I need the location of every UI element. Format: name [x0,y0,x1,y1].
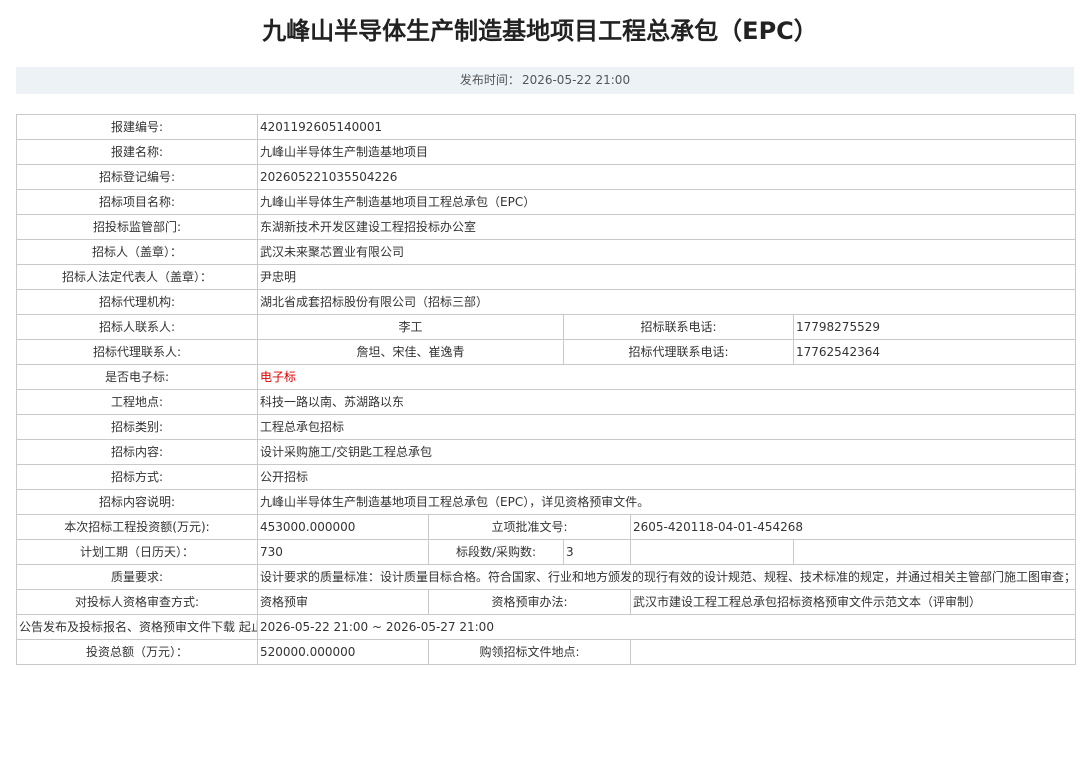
table-row: 报建编号: 4201192605140001 [16,114,1077,140]
tenderer-value: 武汉未来聚芯置业有限公司 [256,239,1077,265]
method-value: 公开招标 [256,464,1077,490]
zb-reg-no-value: 202605221035504226 [256,164,1077,190]
zb-project-name-label: 招标项目名称: [16,189,258,215]
total-investment-value: 520000.000000 [257,639,429,665]
description-value: 九峰山半导体生产制造基地项目工程总承包（EPC），详见资格预审文件。 [256,489,1077,515]
publish-time-label: 发布时间： [459,73,520,87]
table-row: 计划工期（日历天）： 730 标段数/采购数: 3 [16,539,1077,565]
contact-label: 招标人联系人: [16,314,258,340]
table-row: 报建名称: 九峰山半导体生产制造基地项目 [16,139,1077,165]
table-row: 公告发布及投标报名、资格预审文件下载 起止时间: 2026-05-22 21:0… [16,614,1077,640]
content-value: 设计采购施工/交钥匙工程总承包 [256,439,1077,465]
table-row: 招标人（盖章）： 武汉未来聚芯置业有限公司 [16,239,1077,265]
table-row: 对投标人资格审查方式: 资格预审 资格预审办法: 武汉市建设工程工程总承包招标资… [16,589,1077,615]
legal-rep-value: 尹忠明 [256,264,1077,290]
review-label: 对投标人资格审查方式: [16,589,258,615]
baojian-no-value: 4201192605140001 [256,114,1077,140]
table-row: 招标内容说明: 九峰山半导体生产制造基地项目工程总承包（EPC），详见资格预审文… [16,489,1077,515]
table-row: 招标项目名称: 九峰山半导体生产制造基地项目工程总承包（EPC） [16,189,1077,215]
table-row: 投资总额（万元）： 520000.000000 购领招标文件地点: [16,639,1077,665]
table-row: 招投标监管部门: 东湖新技术开发区建设工程招投标办公室 [16,214,1077,240]
category-value: 工程总承包招标 [256,414,1077,440]
electronic-label: 是否电子标: [16,364,258,390]
table-row: 招标代理机构: 湖北省成套招标股份有限公司（招标三部） [16,289,1077,315]
table-row: 质量要求: 设计要求的质量标准：设计质量目标合格。符合国家、行业和地方颁发的现行… [16,564,1077,590]
legal-rep-label: 招标人法定代表人（盖章）： [16,264,258,290]
approval-value: 2605-420118-04-01-454268 [629,514,1077,540]
sections-label: 标段数/采购数: [428,539,564,565]
location-label: 工程地点: [16,389,258,415]
table-row: 是否电子标: 电子标 [16,364,1077,390]
agency-label: 招标代理机构: [16,289,258,315]
method-label: 招标方式: [16,464,258,490]
table-row: 招标人法定代表人（盖章）： 尹忠明 [16,264,1077,290]
agency-contact-phone-value: 17762542364 [792,339,1077,365]
page-title: 九峰山半导体生产制造基地项目工程总承包（EPC） [262,17,818,45]
period-label: 公告发布及投标报名、资格预审文件下载 起止时间: [16,614,258,640]
quality-label: 质量要求: [16,564,258,590]
duration-value: 730 [257,539,429,565]
table-row: 招标登记编号: 202605221035504226 [16,164,1077,190]
project-info-table: 报建编号: 4201192605140001 报建名称: 九峰山半导体生产制造基… [16,114,1077,665]
category-label: 招标类别: [16,414,258,440]
agency-value: 湖北省成套招标股份有限公司（招标三部） [256,289,1077,315]
agency-contact-phone-label: 招标代理联系电话: [563,339,794,365]
review-method-label: 资格预审办法: [428,589,631,615]
review-value: 资格预审 [257,589,429,615]
tenderer-label: 招标人（盖章）： [16,239,258,265]
baojian-no-label: 报建编号: [16,114,258,140]
duration-label: 计划工期（日历天）： [16,539,258,565]
publish-bar: 发布时间： 2026-05-22 21:00 [16,67,1074,94]
contact-phone-value: 17798275529 [792,314,1077,340]
supervisor-label: 招投标监管部门: [16,214,258,240]
contact-value: 李工 [257,314,564,340]
content-label: 招标内容: [16,439,258,465]
table-row: 招标类别: 工程总承包招标 [16,414,1077,440]
total-investment-label: 投资总额（万元）： [16,639,258,665]
investment-label: 本次招标工程投资额(万元): [16,514,258,540]
publish-time-value: 2026-05-22 21:00 [521,73,631,87]
electronic-value: 电子标 [256,364,1077,390]
table-row: 招标人联系人: 李工 招标联系电话: 17798275529 [16,314,1077,340]
contact-phone-label: 招标联系电话: [563,314,794,340]
zb-reg-no-label: 招标登记编号: [16,164,258,190]
supervisor-value: 东湖新技术开发区建设工程招投标办公室 [256,214,1077,240]
description-label: 招标内容说明: [16,489,258,515]
empty-cell [630,539,794,565]
investment-value: 453000.000000 [257,514,429,540]
table-row: 招标内容: 设计采购施工/交钥匙工程总承包 [16,439,1077,465]
agency-contact-label: 招标代理联系人: [16,339,258,365]
table-row: 工程地点: 科技一路以南、苏湖路以东 [16,389,1077,415]
place-value [629,639,1077,665]
table-row: 本次招标工程投资额(万元): 453000.000000 立项批准文号: 260… [16,514,1077,540]
baojian-name-value: 九峰山半导体生产制造基地项目 [256,139,1077,165]
table-row: 招标代理联系人: 詹坦、宋佳、崔逸青 招标代理联系电话: 17762542364 [16,339,1077,365]
zb-project-name-value: 九峰山半导体生产制造基地项目工程总承包（EPC） [256,189,1077,215]
table-row: 招标方式: 公开招标 [16,464,1077,490]
quality-value: 设计要求的质量标准：设计质量目标合格。符合国家、行业和地方颁发的现行有效的设计规… [256,564,1077,590]
baojian-name-label: 报建名称: [16,139,258,165]
place-label: 购领招标文件地点: [428,639,631,665]
period-value: 2026-05-22 21:00 ~ 2026-05-27 21:00 [256,614,1077,640]
sections-value: 3 [563,539,631,565]
approval-label: 立项批准文号: [428,514,631,540]
location-value: 科技一路以南、苏湖路以东 [256,389,1077,415]
empty-cell [792,539,1077,565]
review-method-value: 武汉市建设工程工程总承包招标资格预审文件示范文本（评审制） [629,589,1077,615]
agency-contact-value: 詹坦、宋佳、崔逸青 [257,339,564,365]
